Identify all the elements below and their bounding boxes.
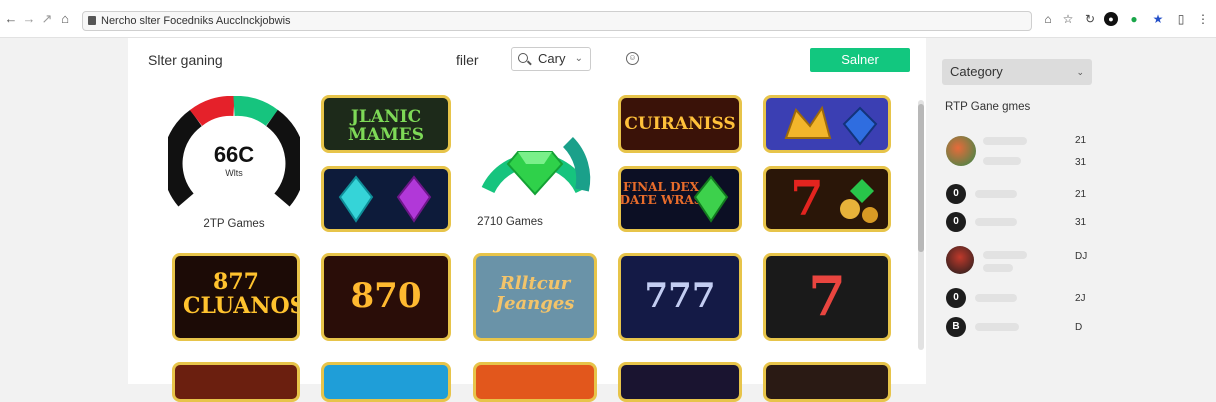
extension-icon[interactable]: ●	[1127, 12, 1141, 26]
game-tile[interactable]	[172, 362, 300, 402]
search-icon	[518, 53, 528, 63]
game-tile-title: 877 CLUANOS	[183, 269, 300, 319]
smiley-icon[interactable]: ☺	[626, 52, 639, 65]
game-tile[interactable]: CUIRANISS	[618, 95, 742, 153]
submit-button[interactable]: Salner	[810, 48, 910, 72]
forward-icon[interactable]: →	[22, 12, 36, 26]
sidebar-toggle-icon[interactable]: ▯	[1174, 12, 1188, 26]
game-tile[interactable]	[618, 362, 742, 402]
list-item-bar	[975, 218, 1017, 226]
list-item-bar	[983, 264, 1013, 272]
game-tile[interactable]	[321, 362, 451, 402]
game-tile[interactable]: FINAL DEX DATE WRAS	[618, 166, 742, 232]
profile-icon[interactable]: ●	[1104, 12, 1118, 26]
list-item-bar	[975, 323, 1019, 331]
back-icon[interactable]: ←	[4, 12, 18, 26]
list-item-bar	[975, 190, 1017, 198]
game-tile[interactable]	[321, 166, 451, 232]
list-item-count: D	[1075, 322, 1083, 333]
game-tile[interactable]: 870	[321, 253, 451, 341]
list-item-bar	[983, 251, 1027, 259]
gauge-caption: 2TP Games	[203, 218, 265, 230]
filter-label: filer	[456, 52, 479, 68]
bookmark-icon[interactable]: ☆	[1061, 12, 1075, 26]
list-item-count: 21	[1075, 189, 1087, 200]
city-select-value: Cary	[538, 51, 566, 66]
refresh-icon[interactable]: ↻	[1083, 12, 1097, 26]
rtp-gauge-dial-2	[481, 137, 591, 196]
menu-icon[interactable]: ⋮	[1196, 12, 1210, 26]
game-tile-title: JLANIC MAMES	[347, 107, 425, 145]
avatar[interactable]: 0	[946, 212, 966, 232]
crown-gem-icon	[784, 105, 878, 146]
scrollbar-thumb[interactable]	[918, 104, 924, 252]
list-item-count: 21	[1075, 135, 1087, 146]
game-tile[interactable]: 7	[763, 253, 891, 341]
home-icon-2[interactable]: ⌂	[1041, 12, 1055, 26]
game-tile[interactable]: Rlltcur Jeanges	[473, 253, 597, 341]
address-bar[interactable]: Nercho slter Focedniks Aucclnckjobwis	[82, 11, 1032, 31]
gauge-card-1[interactable]: 66C Wlts 2TP Games	[162, 95, 306, 236]
game-tile[interactable]: 7	[763, 166, 891, 232]
avatar[interactable]: 0	[946, 288, 966, 308]
browser-toolbar: ← → ↗ ⌂ Nercho slter Focedniks Aucclnckj…	[0, 0, 1216, 38]
avatar[interactable]	[946, 136, 976, 166]
game-tile[interactable]	[763, 95, 891, 153]
game-tile[interactable]: JLANIC MAMES	[321, 95, 451, 153]
game-tile-title: 870	[350, 276, 422, 316]
game-tile[interactable]	[473, 362, 597, 402]
game-tile-title: CUIRANISS	[624, 114, 736, 134]
emerald-icon	[693, 175, 729, 223]
game-tile-title: 7	[808, 264, 846, 328]
list-item-count: DJ	[1075, 251, 1088, 262]
game-tile-title: 777	[644, 276, 716, 316]
site-title: Slter ganing	[148, 52, 223, 68]
gauge-value: 66C	[213, 142, 255, 167]
home-icon[interactable]: ⌂	[58, 12, 72, 26]
avatar[interactable]	[946, 246, 974, 274]
city-select[interactable]: Cary ⌄	[511, 47, 591, 71]
chevron-down-icon: ⌄	[1076, 67, 1084, 77]
list-item-count: 31	[1075, 157, 1087, 168]
gauge-caption-2: 2710 Games	[477, 216, 543, 228]
list-item-count: 31	[1075, 217, 1087, 228]
game-tile-title: Rlltcur Jeanges	[495, 273, 575, 314]
gems-icon	[338, 175, 432, 223]
reload-icon[interactable]: ↗	[40, 12, 54, 26]
game-tile[interactable]: 777	[618, 253, 742, 341]
list-item-bar	[975, 294, 1017, 302]
avatar[interactable]: B	[946, 317, 966, 337]
avatar[interactable]: 0	[946, 184, 966, 204]
category-label: Category	[950, 64, 1003, 79]
url-text: Nercho slter Focedniks Aucclnckjobwis	[101, 15, 291, 27]
lock-icon	[88, 16, 96, 25]
list-item-bar	[983, 137, 1027, 145]
list-item-count: 2J	[1075, 293, 1086, 304]
sidebar-heading: RTP Gane gmes	[945, 101, 1031, 113]
list-item-bar	[983, 157, 1021, 165]
chevron-down-icon: ⌄	[574, 53, 583, 64]
category-dropdown[interactable]: Category ⌄	[942, 59, 1092, 85]
game-tile[interactable]: 877 CLUANOS	[172, 253, 300, 341]
game-tile[interactable]	[763, 362, 891, 402]
coins-icon	[840, 179, 878, 223]
gauge-card-2[interactable]: 2710 Games	[470, 100, 600, 236]
gauge-subtitle: Wlts	[225, 168, 243, 178]
star-icon[interactable]: ★	[1151, 12, 1165, 26]
